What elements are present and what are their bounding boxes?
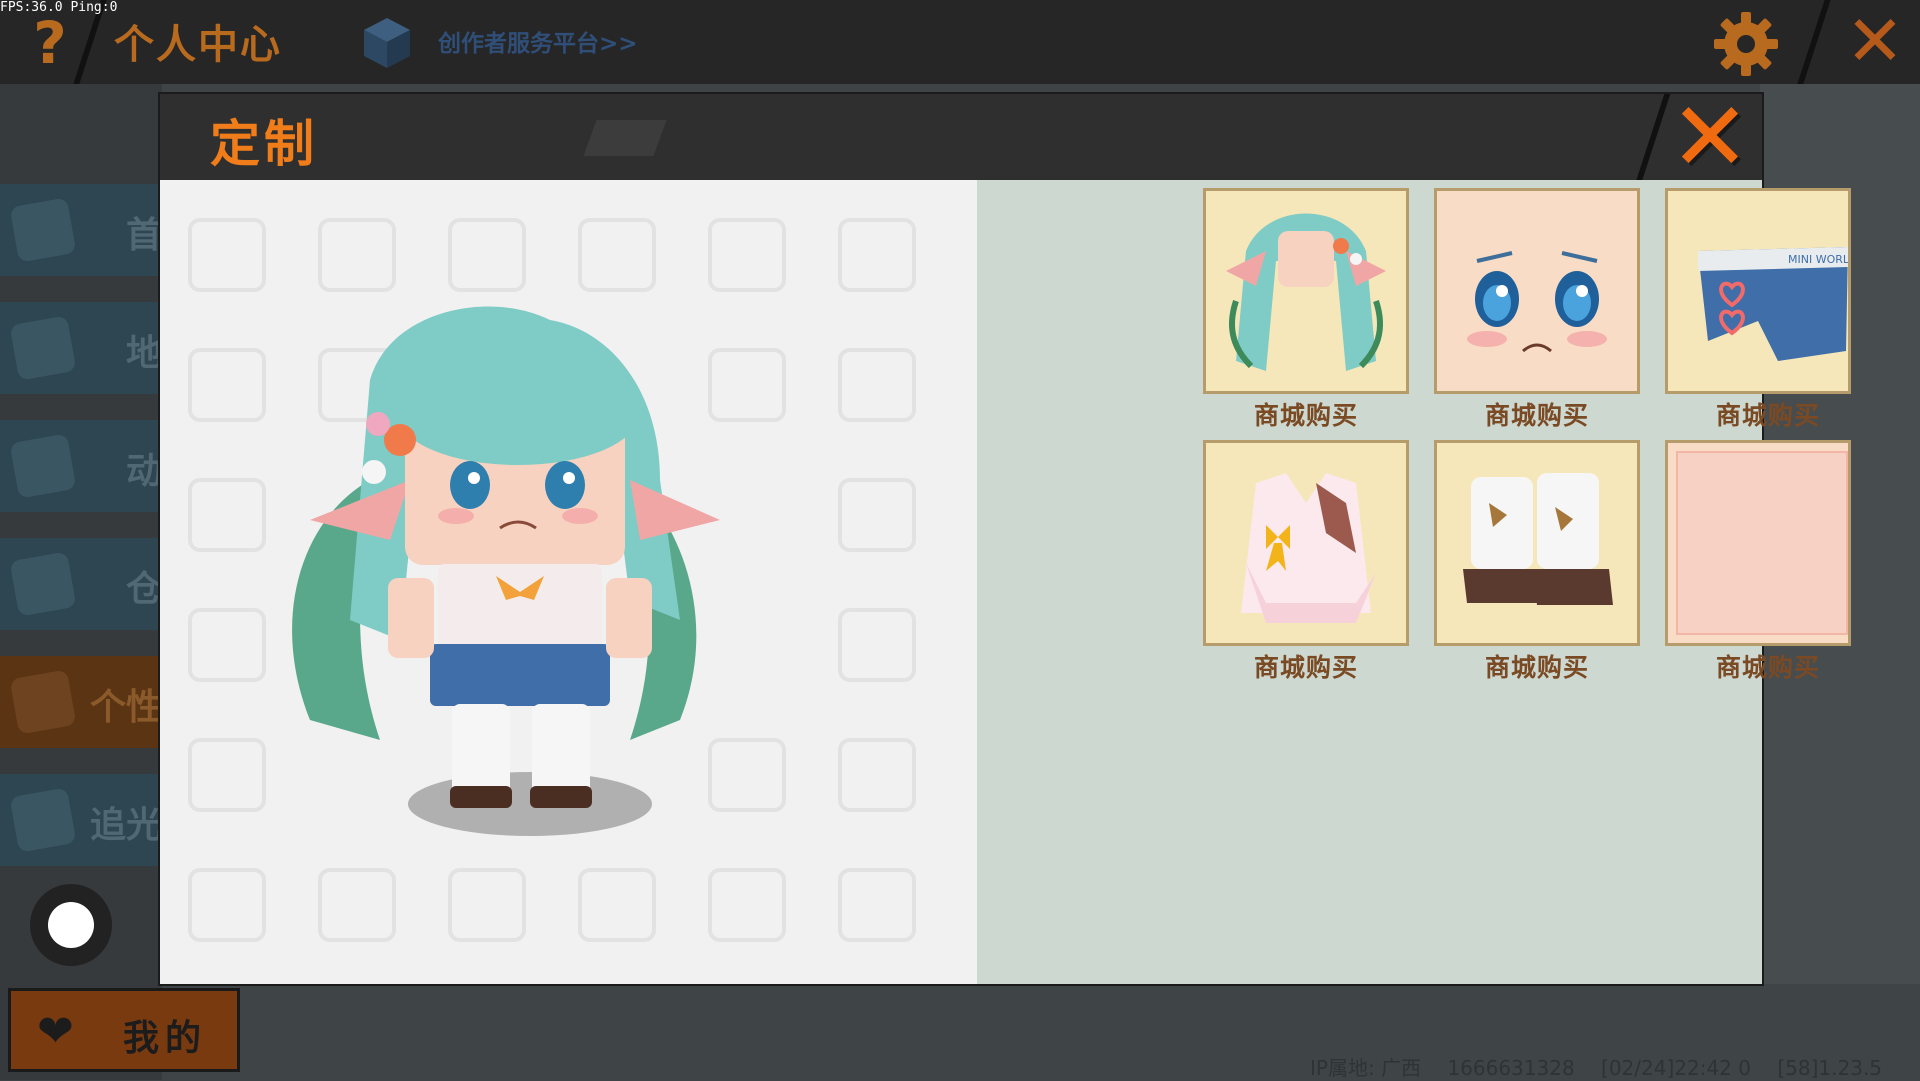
item-slot-top[interactable]: 商城购买 (1203, 440, 1409, 684)
fps-counter: FPS:36.0 Ping:0 (0, 0, 118, 15)
modal-header: 定制 ✕ (160, 94, 1762, 180)
buy-in-store-label[interactable]: 商城购买 (1434, 648, 1640, 684)
item-grid: 商城购买 商城购买 MINI WORLD 商城购买 商城购买 商城购买 商城购买 (977, 180, 1851, 984)
sidebar-item-personality[interactable]: 个性 (0, 656, 162, 748)
avatar-icon (9, 669, 77, 735)
item-slot-skin[interactable]: 商城购买 (1665, 440, 1871, 684)
divider (1795, 0, 1831, 90)
sidebar-item-map[interactable]: 地 (0, 302, 162, 394)
gear-icon[interactable] (1712, 10, 1780, 78)
map-icon (9, 315, 77, 381)
camera-icon (9, 787, 77, 853)
boots-thumbnail[interactable] (1434, 440, 1640, 646)
floating-circle-button[interactable] (30, 884, 112, 966)
home-icon (9, 197, 77, 263)
sidebar-item-activity[interactable]: 动 (0, 420, 162, 512)
skin-thumbnail[interactable] (1665, 440, 1851, 646)
sidebar-item-label: 仓 (125, 569, 162, 610)
sidebar-item-label: 动 (125, 451, 162, 492)
character-preview[interactable] (160, 180, 977, 984)
sidebar-item-warehouse[interactable]: 仓 (0, 538, 162, 630)
close-page-button[interactable]: ✕ (1842, 6, 1908, 76)
sidebar-item-label: 地 (125, 333, 162, 374)
modal-title: 定制 (210, 115, 318, 173)
sidebar-item-chase-light[interactable]: 追光 (0, 774, 162, 866)
warehouse-icon (9, 551, 77, 617)
sidebar-item-home[interactable]: 首 (0, 184, 162, 276)
page-title: 个人中心 (114, 22, 282, 68)
hair-thumbnail[interactable] (1203, 188, 1409, 394)
buy-in-store-label[interactable]: 商城购买 (1434, 396, 1640, 432)
creator-platform-link[interactable]: 创作者服务平台>> (438, 24, 638, 58)
face-thumbnail[interactable] (1434, 188, 1640, 394)
cube-icon (364, 18, 410, 68)
buy-in-store-label[interactable]: 商城购买 (1203, 648, 1409, 684)
dot-icon (48, 902, 94, 948)
sidebar-item-label: 首 (125, 215, 162, 256)
item-slot-hair[interactable]: 商城购买 (1203, 188, 1409, 432)
item-slot-face[interactable]: 商城购买 (1434, 188, 1640, 432)
item-slot-shorts[interactable]: MINI WORLD 商城购买 (1665, 188, 1871, 432)
buy-in-store-label[interactable]: 商城购买 (1665, 396, 1871, 432)
sidebar-item-label: 追光 (89, 805, 162, 846)
user-id: 1666631328 (1447, 1056, 1575, 1080)
buy-in-store-label[interactable]: 商城购买 (1665, 648, 1871, 684)
my-button[interactable]: ❤ 我的 (8, 988, 240, 1072)
my-button-label: 我的 (123, 1018, 208, 1059)
timestamp: [02/24]22:42 0 (1601, 1056, 1751, 1080)
top-bar: ? 个人中心 创作者服务平台>> ✕ (0, 0, 1920, 90)
help-button[interactable]: ? (20, 8, 80, 78)
shorts-brand-text: MINI WORLD (1788, 253, 1851, 266)
buy-in-store-label[interactable]: 商城购买 (1203, 396, 1409, 432)
ip-location: IP属地: 广西 (1310, 1056, 1422, 1080)
top-thumbnail[interactable] (1203, 440, 1409, 646)
item-slot-boots[interactable]: 商城购买 (1434, 440, 1640, 684)
header-decoration (583, 120, 667, 156)
close-modal-button[interactable]: ✕ (1666, 94, 1754, 180)
version: [58]1.23.5 (1777, 1056, 1883, 1080)
customize-modal: 定制 ✕ 商城购买 商城购买 MINI WORLD 商城购买 商城购买 商城购买… (160, 94, 1851, 984)
character-model (292, 306, 720, 836)
sidebar-item-label: 个性 (89, 687, 162, 728)
heart-icon: ❤ (37, 1006, 74, 1057)
bell-icon (9, 433, 77, 499)
shorts-thumbnail[interactable]: MINI WORLD (1665, 188, 1851, 394)
status-bar: IP属地: 广西 1666631328 [02/24]22:42 0 [58]1… (1310, 1052, 1920, 1080)
